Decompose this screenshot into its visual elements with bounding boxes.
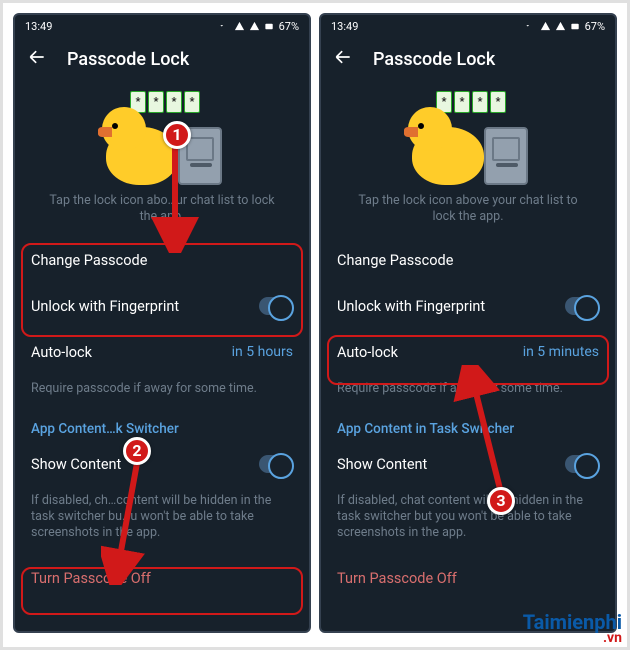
highlight-box-2	[21, 567, 303, 615]
back-icon[interactable]	[27, 47, 47, 71]
back-icon[interactable]	[333, 47, 353, 71]
phone-screenshot-left: 13:49 67% Passcode Lock **** Tap the loc…	[13, 13, 311, 633]
annotation-badge-2: 2	[123, 437, 151, 465]
app-header: Passcode Lock	[15, 37, 309, 81]
hero-hint: Tap the lock icon abo…ur chat list to lo…	[35, 189, 289, 229]
show-content-toggle[interactable]	[259, 455, 293, 473]
show-content-toggle[interactable]	[565, 455, 599, 473]
change-passcode-row[interactable]: Change Passcode	[321, 237, 615, 283]
show-content-hint: If disabled, ch…content will be hidden i…	[15, 487, 309, 555]
autolock-hint: Require passcode if away for some time.	[15, 375, 309, 411]
autolock-value: in 5 hours	[232, 344, 293, 360]
show-content-row[interactable]: Show Content	[15, 441, 309, 487]
hero-hint: Tap the lock icon above your chat list t…	[341, 189, 595, 229]
app-header: Passcode Lock	[321, 37, 615, 81]
annotation-badge-3: 3	[487, 487, 515, 515]
fingerprint-toggle[interactable]	[565, 297, 599, 315]
annotation-badge-1: 1	[163, 121, 191, 149]
show-content-hint: If disabled, chat content will be hidden…	[321, 487, 615, 555]
page-title: Passcode Lock	[67, 49, 189, 70]
highlight-box-3	[327, 335, 609, 385]
status-bar: 13:49 67%	[321, 15, 615, 37]
hero-illustration: **** Tap the lock icon abo…ur chat list …	[15, 81, 309, 237]
status-time: 13:49	[331, 20, 358, 33]
page-title: Passcode Lock	[373, 49, 495, 70]
status-icons: 67%	[525, 20, 605, 33]
watermark: Taimienphi .vn	[523, 610, 622, 646]
turn-passcode-off-row[interactable]: Turn Passcode Off	[321, 555, 615, 601]
phone-screenshot-right: 13:49 67% Passcode Lock **** Tap the loc…	[319, 13, 617, 633]
unlock-fingerprint-row[interactable]: Unlock with Fingerprint	[321, 283, 615, 329]
hero-illustration: **** Tap the lock icon above your chat l…	[321, 81, 615, 237]
section-app-content: App Content in Task Switcher	[321, 411, 615, 441]
status-time: 13:49	[25, 20, 52, 33]
section-app-content: App Content…k Switcher	[15, 411, 309, 441]
highlight-box-1	[21, 243, 303, 337]
show-content-row[interactable]: Show Content	[321, 441, 615, 487]
status-icons: 67%	[219, 20, 299, 33]
status-bar: 13:49 67%	[15, 15, 309, 37]
